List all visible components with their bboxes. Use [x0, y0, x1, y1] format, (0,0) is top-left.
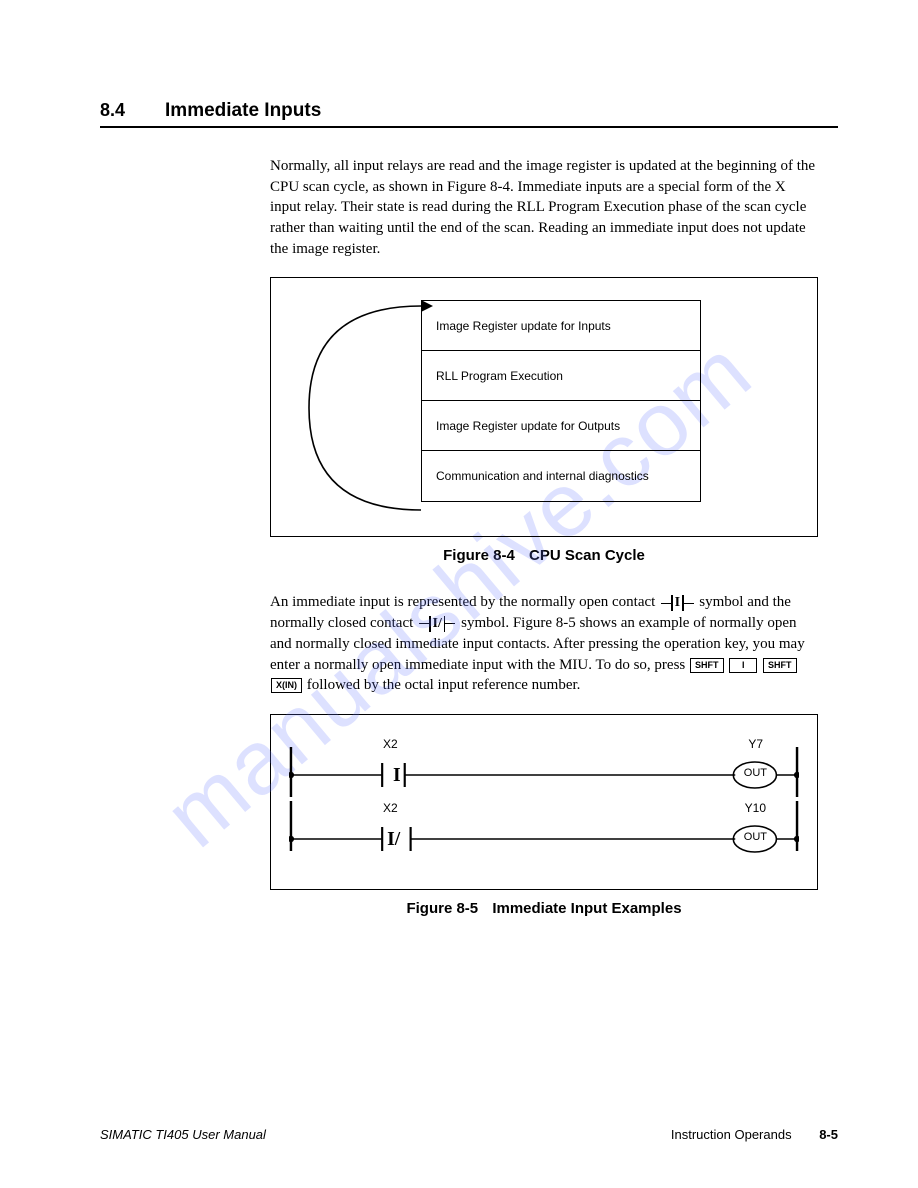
para2-d: followed by the octal input reference nu…	[307, 677, 581, 693]
figure-8-5-caption: Figure 8-5 Immediate Input Examples	[270, 900, 818, 917]
figure-8-4-caption: Figure 8-4 CPU Scan Cycle	[270, 547, 818, 564]
footer-chapter: Instruction Operands 8-5	[671, 1127, 838, 1142]
paragraph-2: An immediate input is represented by the…	[270, 592, 818, 695]
ladder-rung-2: I/ X2 Y10 OUT	[289, 801, 799, 861]
scan-cycle-row: Image Register update for Outputs	[422, 401, 700, 451]
scan-cycle-table: Image Register update for Inputs RLL Pro…	[421, 300, 701, 502]
scan-cycle-row: Image Register update for Inputs	[422, 301, 700, 351]
figure-8-5-ladder: I X2 Y7 OUT I/	[270, 714, 818, 890]
output-label: Y10	[745, 801, 766, 815]
normally-open-immediate-contact-icon: I	[661, 593, 693, 612]
figure-label: Figure 8-5	[406, 900, 478, 917]
paragraph-1: Normally, all input relays are read and …	[270, 156, 818, 259]
key-i: I	[729, 658, 757, 673]
page-footer: SIMATIC TI405 User Manual Instruction Op…	[100, 1127, 838, 1142]
cycle-loop-arrow-icon	[301, 298, 441, 518]
rung-svg: I/	[289, 801, 799, 861]
figure-8-4-diagram: Image Register update for Inputs RLL Pro…	[270, 277, 818, 537]
contact-label: X2	[383, 737, 398, 751]
footer-page-number: 8-5	[819, 1127, 838, 1142]
body-column: Normally, all input relays are read and …	[270, 156, 818, 917]
normally-closed-immediate-contact-icon: I/	[419, 614, 455, 633]
key-xin: X(IN)	[271, 678, 302, 693]
output-text: OUT	[744, 831, 767, 843]
figure-title: Immediate Input Examples	[492, 900, 681, 917]
scan-cycle-row: Communication and internal diagnostics	[422, 451, 700, 501]
output-label: Y7	[748, 737, 763, 751]
rung-svg: I	[289, 737, 799, 797]
figure-title: CPU Scan Cycle	[529, 547, 645, 564]
output-text: OUT	[744, 767, 767, 779]
svg-text:I/: I/	[387, 828, 401, 850]
key-shift: SHFT	[763, 658, 797, 673]
footer-manual-title: SIMATIC TI405 User Manual	[100, 1127, 266, 1142]
para2-a: An immediate input is represented by the…	[270, 594, 659, 610]
ladder-rung-1: I X2 Y7 OUT	[289, 737, 799, 797]
key-shift: SHFT	[690, 658, 724, 673]
section-number: 8.4	[100, 100, 125, 121]
section-title: Immediate Inputs	[165, 100, 321, 122]
footer-chapter-text: Instruction Operands	[671, 1127, 792, 1142]
scan-cycle-row: RLL Program Execution	[422, 351, 700, 401]
contact-label: X2	[383, 801, 398, 815]
figure-label: Figure 8-4	[443, 547, 515, 564]
section-header: 8.4 Immediate Inputs	[100, 100, 838, 128]
svg-text:I: I	[393, 764, 401, 786]
